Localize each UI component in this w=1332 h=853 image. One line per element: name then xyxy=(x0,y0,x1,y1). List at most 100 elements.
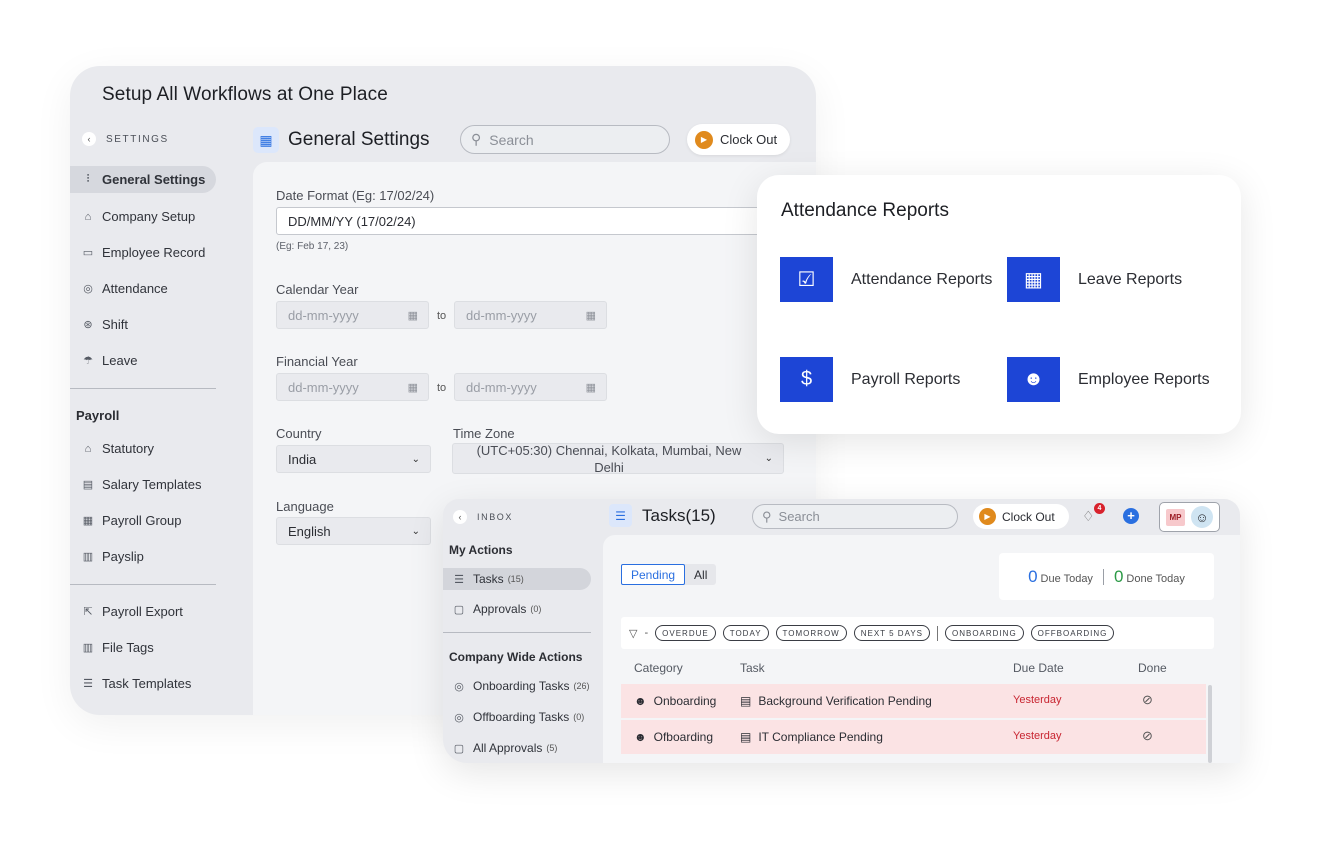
filter-offboarding[interactable]: OFFBOARDING xyxy=(1030,625,1115,641)
filter-icon[interactable]: ▽ xyxy=(629,627,637,640)
report-attendance[interactable]: ☑ Attendance Reports xyxy=(780,257,992,302)
date-placeholder: dd-mm-yyyy xyxy=(466,379,537,395)
check-circle-icon[interactable]: ⊘ xyxy=(1142,692,1153,708)
sidebar-item-general-settings[interactable]: ⫶ General Settings xyxy=(70,166,216,193)
column-header-task[interactable]: Task xyxy=(740,661,765,675)
sidebar-item-label: Tasks xyxy=(473,572,504,586)
leave-calendar-icon: ▦ xyxy=(1007,257,1060,302)
sidebar-item-label: Payroll Group xyxy=(102,513,182,528)
date-format-label: Date Format (Eg: 17/02/24) xyxy=(276,188,435,203)
row-task: ▤ Background Verification Pending xyxy=(740,694,932,708)
sidebar-item-tasks[interactable]: ☰ Tasks (15) xyxy=(443,568,591,590)
to-label: to xyxy=(437,310,447,322)
task-icon: ▤ xyxy=(740,730,752,744)
sidebar-item-leave[interactable]: ☂ Leave xyxy=(70,347,216,374)
sidebar-item-employee-record[interactable]: ▭ Employee Record xyxy=(70,239,216,266)
search-input[interactable]: ⚲ Search xyxy=(752,504,958,529)
sidebar-item-salary-templates[interactable]: ▤ Salary Templates xyxy=(70,471,216,498)
financial-year-end-input[interactable]: dd-mm-yyyy ▦ xyxy=(454,373,607,401)
payslip-icon: ▥ xyxy=(82,551,94,563)
sidebar-item-offboarding-tasks[interactable]: ◎ Offboarding Tasks (0) xyxy=(443,706,591,728)
tab-all[interactable]: All xyxy=(685,564,716,585)
clock-out-label: Clock Out xyxy=(1002,509,1055,524)
tab-pending[interactable]: Pending xyxy=(621,564,686,585)
shift-icon: ⊛ xyxy=(83,319,93,331)
date-format-hint: (Eg: Feb 17, 23) xyxy=(276,241,349,252)
bell-icon[interactable]: ♢ xyxy=(1082,508,1095,525)
language-value: English xyxy=(288,523,331,539)
page-header: ▦ General Settings xyxy=(253,127,430,153)
column-header-done[interactable]: Done xyxy=(1138,661,1167,675)
sidebar-item-payslip[interactable]: ▥ Payslip xyxy=(70,543,216,570)
filter-bar: ▽ - OVERDUE TODAY TOMORROW NEXT 5 DAYS O… xyxy=(621,617,1214,649)
report-employee[interactable]: ☻ Employee Reports xyxy=(1007,357,1210,402)
play-icon: ▶ xyxy=(979,508,996,525)
check-circle-icon[interactable]: ⊘ xyxy=(1142,728,1153,744)
timezone-select[interactable]: (UTC+05:30) Chennai, Kolkata, Mumbai, Ne… xyxy=(452,443,784,475)
back-icon[interactable]: ‹ xyxy=(453,510,467,524)
sidebar-item-onboarding-tasks[interactable]: ◎ Onboarding Tasks (26) xyxy=(443,675,591,697)
sidebar-item-file-tags[interactable]: ▥ File Tags xyxy=(70,634,216,661)
clock-out-button[interactable]: ▶ Clock Out xyxy=(687,124,790,155)
filter-today[interactable]: TODAY xyxy=(722,625,769,641)
sidebar-divider xyxy=(70,584,216,585)
back-icon[interactable]: ‹ xyxy=(82,132,96,146)
filter-onboarding[interactable]: ONBOARDING xyxy=(945,625,1024,641)
country-select[interactable]: India ⌄ xyxy=(276,445,431,473)
sidebar-item-payroll-export[interactable]: ⇱ Payroll Export xyxy=(70,598,216,625)
sidebar-item-attendance[interactable]: ◎ Attendance xyxy=(70,275,216,302)
language-select[interactable]: English ⌄ xyxy=(276,517,431,545)
report-payroll[interactable]: $ Payroll Reports xyxy=(780,357,960,402)
sidebar-item-approvals[interactable]: ▢ Approvals (0) xyxy=(443,598,591,620)
building-icon: ⌂ xyxy=(84,210,92,223)
company-actions-heading: Company Wide Actions xyxy=(449,650,583,664)
done-today-label: Done Today xyxy=(1126,572,1185,585)
sidebar-item-all-approvals[interactable]: ▢ All Approvals (5) xyxy=(443,737,591,759)
search-placeholder: Search xyxy=(778,509,820,524)
onboarding-icon: ◎ xyxy=(454,680,464,693)
sidebar-item-company-setup[interactable]: ⌂ Company Setup xyxy=(70,203,216,230)
sidebar-item-task-templates[interactable]: ☰ Task Templates xyxy=(70,670,216,697)
sidebar-item-payroll-group[interactable]: ▦ Payroll Group xyxy=(70,507,216,534)
calendar-icon[interactable]: ▦ xyxy=(586,309,596,322)
table-row[interactable]: ☻ Ofboarding ▤ IT Compliance Pending Yeste… xyxy=(621,720,1206,754)
category-text: Onboarding xyxy=(653,694,717,708)
table-row[interactable]: ☻ Onboarding ▤ Background Verification Pen… xyxy=(621,684,1206,718)
search-icon: ⚲ xyxy=(471,131,482,147)
financial-year-start-input[interactable]: dd-mm-yyyy ▦ xyxy=(276,373,429,401)
calendar-icon[interactable]: ▦ xyxy=(586,381,596,394)
date-placeholder: dd-mm-yyyy xyxy=(288,379,359,395)
report-leave[interactable]: ▦ Leave Reports xyxy=(1007,257,1182,302)
document-icon: ▤ xyxy=(82,479,94,491)
calendar-year-end-input[interactable]: dd-mm-yyyy ▦ xyxy=(454,301,607,329)
building-icon: ▦ xyxy=(253,127,279,153)
checklist-icon: ☰ xyxy=(609,504,632,527)
search-input[interactable]: ⚲ Search xyxy=(460,125,670,154)
search-placeholder: Search xyxy=(489,131,534,148)
filter-tomorrow[interactable]: TOMORROW xyxy=(775,625,847,641)
filter-overdue[interactable]: OVERDUE xyxy=(655,625,716,641)
sidebar-item-statutory[interactable]: ⌂ Statutory xyxy=(70,435,216,462)
calendar-icon[interactable]: ▦ xyxy=(408,309,418,322)
user-menu[interactable]: MP ☺ xyxy=(1159,502,1220,532)
calendar-icon[interactable]: ▦ xyxy=(408,381,418,394)
filter-next-5-days[interactable]: NEXT 5 DAYS xyxy=(853,625,930,641)
offboarding-icon: ◎ xyxy=(454,711,464,724)
column-header-due-date[interactable]: Due Date xyxy=(1013,661,1064,675)
row-category: ☻ Onboarding xyxy=(634,694,716,708)
file-tag-icon: ▥ xyxy=(82,642,94,654)
search-icon: ⚲ xyxy=(762,508,772,524)
scrollbar[interactable] xyxy=(1208,685,1212,763)
done-today: 0 Done Today xyxy=(1114,567,1185,587)
date-format-field[interactable]: DD/MM/YY (17/02/24) xyxy=(276,207,796,235)
done-today-count: 0 xyxy=(1113,566,1124,586)
sidebar-item-label: Statutory xyxy=(102,441,155,456)
add-button[interactable]: + xyxy=(1123,508,1139,524)
count-badge: (26) xyxy=(573,681,590,691)
sidebar-item-shift[interactable]: ⊛ Shift xyxy=(70,311,216,338)
column-header-category[interactable]: Category xyxy=(634,661,683,675)
clock-out-button[interactable]: ▶ Clock Out xyxy=(973,504,1069,529)
headline: Setup All Workflows at One Place xyxy=(102,84,388,105)
bank-icon: ⌂ xyxy=(84,442,92,455)
calendar-year-start-input[interactable]: dd-mm-yyyy ▦ xyxy=(276,301,429,329)
